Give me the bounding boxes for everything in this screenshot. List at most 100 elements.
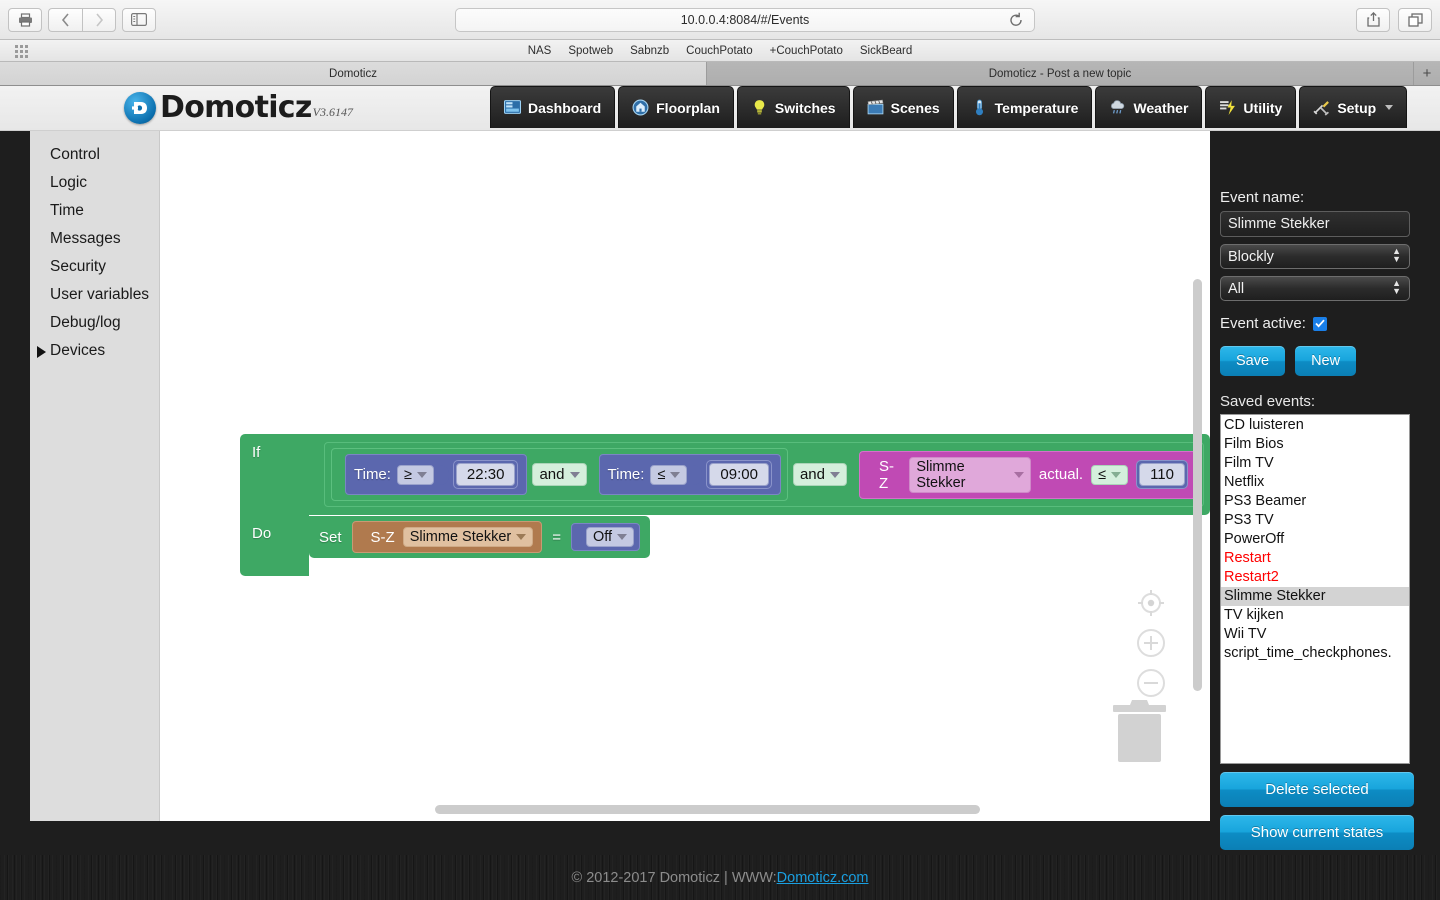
main-nav: Dashboard Floorplan Switches Scenes Temp… (490, 86, 1410, 131)
list-item[interactable]: script_time_checkphones. (1221, 644, 1409, 663)
canvas-vertical-scrollbar[interactable] (1193, 279, 1202, 691)
share-button[interactable] (1356, 7, 1390, 32)
checkmark-icon (1315, 319, 1325, 328)
event-active-checkbox[interactable] (1312, 316, 1327, 331)
list-item[interactable]: PS3 Beamer (1221, 492, 1409, 511)
logic-and-outer-block[interactable]: Time: ≥ 22:30 and Time: ≤ 09:00 and S-Z … (324, 442, 1204, 507)
list-item[interactable]: Film Bios (1221, 435, 1409, 454)
device-group-label: S-Z (879, 457, 894, 492)
list-item-selected[interactable]: Slimme Stekker (1221, 587, 1409, 606)
do-block[interactable]: Do Set S-Z Slimme Stekker = Off (240, 514, 1210, 576)
toolbox-item-time[interactable]: Time (30, 197, 159, 225)
printer-icon (18, 12, 32, 27)
list-item[interactable]: Netflix (1221, 473, 1409, 492)
tools-icon (1313, 101, 1330, 116)
time-compare-block-2[interactable]: Time: ≤ 09:00 (598, 454, 781, 495)
tab-domoticz[interactable]: Domoticz (0, 62, 707, 85)
event-active-row: Event active: (1220, 315, 1425, 332)
bookmark-sickbeard[interactable]: SickBeard (860, 45, 912, 57)
list-item[interactable]: Film TV (1221, 454, 1409, 473)
operator-dropdown-1[interactable]: ≥ (396, 464, 434, 485)
number-value[interactable]: 110 (1139, 463, 1185, 486)
time-value-2[interactable]: 09:00 (709, 463, 769, 486)
list-item[interactable]: Restart2 (1221, 568, 1409, 587)
nav-tab-temperature[interactable]: Temperature (956, 86, 1093, 128)
trash-can[interactable] (1111, 696, 1168, 766)
list-item[interactable]: Restart (1221, 549, 1409, 568)
nav-tab-scenes[interactable]: Scenes (852, 86, 954, 128)
bookmark-couchpotato[interactable]: CouchPotato (686, 45, 753, 57)
event-filter-select[interactable]: All ▲ ▼ (1220, 276, 1410, 301)
and-operator-1[interactable]: and (532, 463, 587, 486)
new-tab-overview-button[interactable] (1398, 7, 1432, 32)
toolbox-item-debug-log[interactable]: Debug/log (30, 309, 159, 337)
operator-dropdown-2[interactable]: ≤ (650, 464, 688, 485)
toolbox-item-control[interactable]: Control (30, 141, 159, 169)
toolbox-item-messages[interactable]: Messages (30, 225, 159, 253)
toolbox-item-devices[interactable]: Devices (30, 337, 159, 365)
bookmark-plus-couchpotato[interactable]: +CouchPotato (770, 45, 843, 57)
nav-tab-setup[interactable]: Setup (1299, 86, 1408, 128)
list-item[interactable]: PowerOff (1221, 530, 1409, 549)
zoom-in-button[interactable] (1134, 626, 1168, 665)
device-value-compare-block[interactable]: S-Z Slimme Stekker actual. ≤ 110 (859, 450, 1197, 499)
saved-events-list[interactable]: CD luisteren Film Bios Film TV Netflix P… (1220, 414, 1410, 764)
time-value-1[interactable]: 22:30 (455, 463, 516, 486)
state-value-block[interactable]: Off (570, 523, 641, 551)
list-item[interactable]: PS3 TV (1221, 511, 1409, 530)
address-bar[interactable]: 10.0.0.4:8084/#/Events (455, 7, 1035, 32)
event-properties-panel: Event name: Blockly ▲▼ All ▲▼ Event acti… (1210, 176, 1440, 900)
save-button[interactable]: Save (1220, 346, 1286, 376)
show-current-states-button[interactable]: Show current states (1220, 815, 1414, 850)
device-group-label: S-Z (370, 528, 395, 546)
if-block[interactable]: If Time: ≥ 22:30 and Time: ≤ 09:00 and S… (240, 434, 1210, 515)
event-type-select[interactable]: Blockly ▲ ▼ (1220, 244, 1410, 269)
device-selector-block[interactable]: S-Z Slimme Stekker (351, 521, 543, 553)
if-condition-area: Time: ≥ 22:30 and Time: ≤ 09:00 and S-Z … (309, 434, 1210, 515)
device-dropdown[interactable]: Slimme Stekker (909, 456, 1031, 493)
toolbox-item-security[interactable]: Security (30, 253, 159, 281)
time-compare-block-1[interactable]: Time: ≥ 22:30 (345, 454, 528, 495)
share-icon (1366, 12, 1380, 27)
and-operator-2[interactable]: and (792, 463, 847, 486)
lightning-icon (1220, 100, 1236, 115)
tab-title: Domoticz (329, 67, 377, 80)
domoticz-website-link[interactable]: Domoticz.com (777, 870, 869, 886)
nav-tab-dashboard[interactable]: Dashboard (490, 86, 616, 128)
new-tab-button[interactable]: + (1414, 62, 1440, 85)
if-label: If (252, 444, 261, 461)
list-item[interactable]: TV kijken (1221, 606, 1409, 625)
device-dropdown[interactable]: Slimme Stekker (402, 527, 534, 547)
reload-icon[interactable] (1008, 12, 1024, 28)
bookmark-sabnzb[interactable]: Sabnzb (630, 45, 669, 57)
toolbox-item-user-variables[interactable]: User variables (30, 281, 159, 309)
list-item[interactable]: Wii TV (1221, 625, 1409, 644)
do-label: Do (252, 525, 272, 542)
center-workspace-button[interactable] (1134, 586, 1168, 625)
canvas-horizontal-scrollbar[interactable] (435, 805, 980, 814)
tab-domoticz-post-new-topic[interactable]: Domoticz - Post a new topic (707, 62, 1414, 85)
back-button[interactable] (48, 7, 82, 32)
sidebar-toggle-button[interactable] (122, 7, 156, 32)
logic-and-inner-block[interactable]: Time: ≥ 22:30 and Time: ≤ 09:00 (331, 448, 788, 501)
delete-selected-button[interactable]: Delete selected (1220, 772, 1414, 807)
bookmark-nas[interactable]: NAS (528, 45, 552, 57)
event-name-input[interactable] (1220, 211, 1410, 237)
bookmark-spotweb[interactable]: Spotweb (568, 45, 613, 57)
state-dropdown[interactable]: Off (585, 527, 635, 547)
list-item[interactable]: CD luisteren (1221, 416, 1409, 435)
url-text: 10.0.0.4:8084/#/Events (680, 12, 810, 27)
nav-tab-weather[interactable]: Weather (1095, 86, 1203, 128)
blockly-panel: Control Logic Time Messages Security Use… (30, 131, 1210, 821)
print-button[interactable] (8, 7, 42, 32)
new-button[interactable]: New (1295, 346, 1357, 376)
forward-button[interactable] (82, 7, 116, 32)
nav-tab-switches[interactable]: Switches (736, 86, 850, 128)
nav-tab-floorplan[interactable]: Floorplan (618, 86, 734, 128)
number-value-wrap: 110 (1136, 460, 1188, 489)
toolbox-item-logic[interactable]: Logic (30, 169, 159, 197)
blockly-canvas[interactable]: If Time: ≥ 22:30 and Time: ≤ 09:00 and S… (161, 131, 1210, 821)
nav-tab-utility[interactable]: Utility (1205, 86, 1297, 128)
operator-dropdown-3[interactable]: ≤ (1091, 464, 1129, 485)
apps-grid-icon[interactable] (15, 45, 28, 58)
